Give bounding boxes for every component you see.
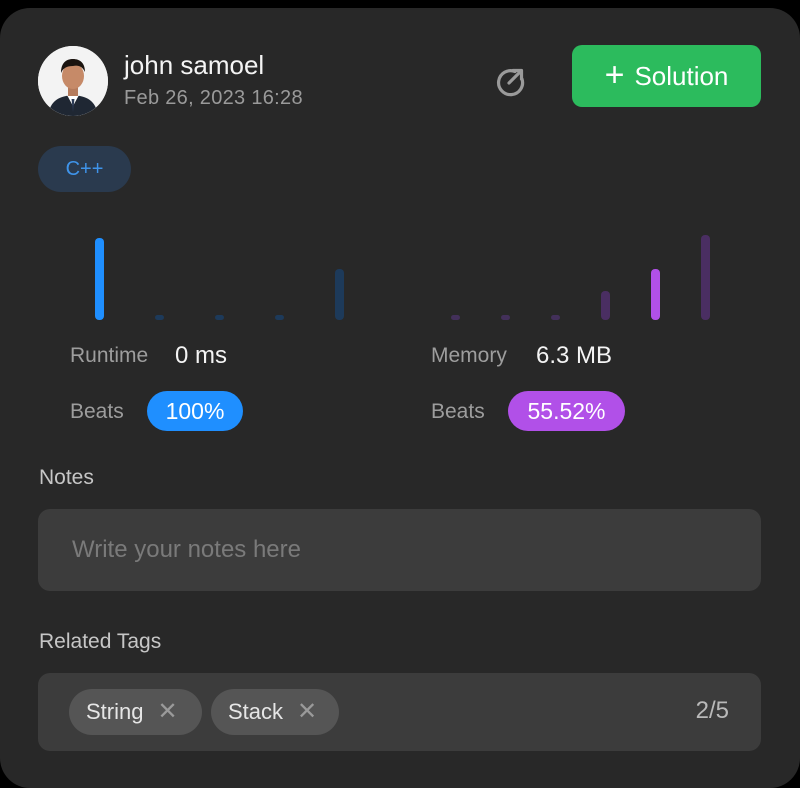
close-icon[interactable]: ✕ [297,700,317,724]
share-button[interactable] [490,62,530,102]
runtime-label: Runtime [70,344,149,367]
tag-count: 2/5 [695,697,729,724]
solution-button-label: Solution [634,60,729,91]
memory-label: Memory [431,344,507,367]
runtime-bar[interactable] [155,315,164,320]
avatar[interactable] [38,46,108,116]
username[interactable]: john samoel [124,50,264,81]
memory-beats-badge: 55.52% [508,391,625,431]
memory-value: 6.3 MB [536,342,613,369]
language-badge[interactable]: C++ [38,146,131,192]
tag-stack[interactable]: Stack ✕ [211,689,339,735]
runtime-beats-badge: 100% [147,391,243,431]
user-photo [38,46,108,116]
submission-card: john samoel Feb 26, 2023 16:28 + Solutio… [0,8,800,788]
memory-bar[interactable] [501,315,510,320]
memory-bar-active[interactable] [651,269,660,320]
tag-label: Stack [228,699,284,724]
tag-string[interactable]: String ✕ [69,689,202,735]
tag-label: String [86,699,144,724]
related-tags-label: Related Tags [39,630,162,653]
memory-beats-label: Beats [431,400,485,423]
notes-label: Notes [39,466,94,489]
runtime-value: 0 ms [175,342,228,369]
runtime-bar[interactable] [335,269,344,320]
runtime-bar[interactable] [215,315,224,320]
tags-field[interactable]: String ✕ Stack ✕ 2/5 [38,673,761,751]
runtime-bar[interactable] [275,315,284,320]
plus-icon: + [604,55,625,94]
memory-bar[interactable] [601,291,610,320]
submission-timestamp: Feb 26, 2023 16:28 [124,87,303,109]
close-icon[interactable]: ✕ [157,700,177,724]
notes-input[interactable] [38,509,761,591]
add-solution-button[interactable]: + Solution [572,45,761,107]
runtime-bar-active[interactable] [95,238,104,320]
memory-bar[interactable] [701,235,710,320]
share-arrow-icon [497,68,525,97]
memory-bar[interactable] [551,315,560,320]
runtime-beats-label: Beats [70,400,124,423]
memory-bar[interactable] [451,315,460,320]
